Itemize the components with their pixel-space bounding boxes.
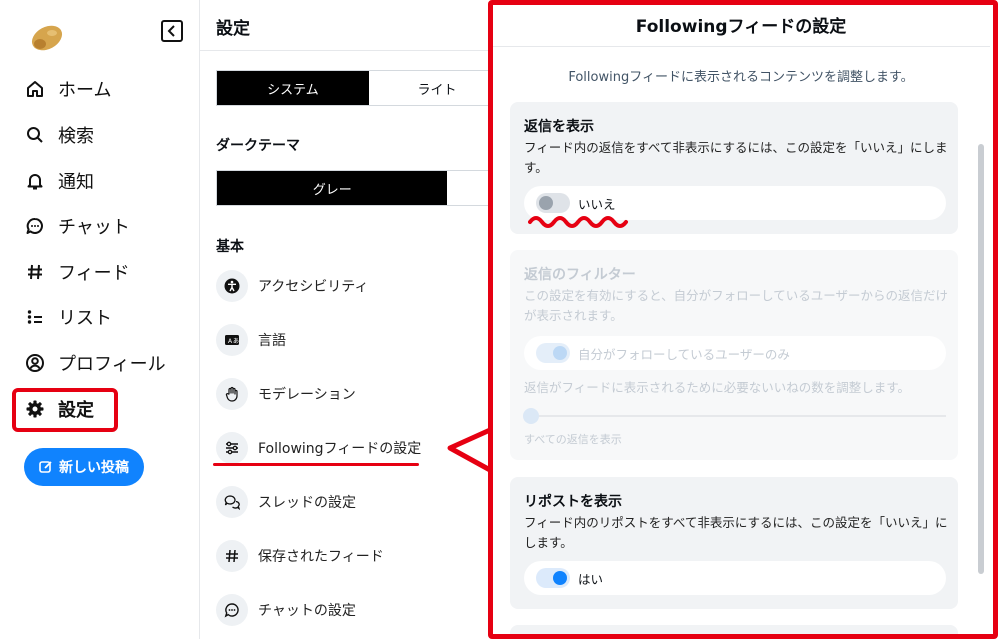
likes-slider-track[interactable] [524,415,946,417]
annotation-underline [213,463,419,466]
edit-icon [39,461,52,473]
show-reposts-toggle-label: はい [578,571,604,587]
settings-row-label: アクセシビリティ [258,279,369,295]
settings-row-accessibility[interactable]: アクセシビリティ [216,268,368,304]
dark-theme-option-gray[interactable]: グレー [217,171,448,205]
nav-item-home[interactable]: ホーム [24,72,111,106]
new-post-label: 新しい投稿 [59,460,129,476]
svg-text:あ: あ [233,338,239,345]
modal-scrollbar[interactable] [978,144,984,574]
nav-item-feeds[interactable]: フィード [24,255,130,289]
collapse-sidebar-button[interactable] [161,20,183,42]
new-post-button[interactable]: 新しい投稿 [24,448,144,486]
toggle-switch [536,343,570,363]
user-icon [24,352,46,374]
page-title: 設定 [216,19,250,39]
settings-row-label: Followingフィードの設定 [258,441,422,457]
show-reposts-card: リポストを表示 フィード内のリポストをすべて非表示にするには、この設定を「いいえ… [510,477,958,609]
mode-option-system[interactable]: システム [217,71,369,105]
sliders-icon [216,432,248,464]
accessibility-icon [216,270,248,302]
home-icon [24,78,46,100]
dark-theme-segmented: グレー [216,170,506,206]
show-replies-title: 返信を表示 [524,119,594,135]
basic-section-label: 基本 [216,239,244,255]
following-feed-modal: Followingフィードの設定 Followingフィードに表示されるコンテン… [492,4,994,637]
nav-label-chat: チャット [58,217,130,238]
toggle-switch [536,568,570,588]
nav-label-lists: リスト [58,308,112,329]
divider [492,46,990,47]
settings-row-label: スレッドの設定 [258,495,356,511]
left-nav: ホーム 検索 通知 チャット フィード リスト プロフィール 設定 新しい投稿 [0,0,200,639]
settings-row-threads[interactable]: スレッドの設定 [216,484,356,520]
settings-row-chat-settings[interactable]: チャットの設定 [216,592,356,628]
settings-row-language[interactable]: Aあ 言語 [216,322,286,358]
show-reposts-toggle[interactable]: はい [524,561,946,595]
hand-icon [216,378,248,410]
reply-likes-text: 返信がフィードに表示されるために必要ないいねの数を調整します。 [524,380,911,395]
settings-row-moderation[interactable]: モデレーション [216,376,356,412]
settings-row-following-feed[interactable]: Followingフィードの設定 [216,430,421,466]
search-icon [24,124,46,146]
nav-label-notifications: 通知 [58,172,94,193]
chevron-left-icon [167,25,175,37]
nav-label-search: 検索 [58,126,94,147]
nav-label-home: ホーム [58,80,112,101]
app-root: ホーム 検索 通知 チャット フィード リスト プロフィール 設定 新しい投稿 … [0,0,1000,639]
settings-row-label: モデレーション [258,387,356,403]
modal-title: Followingフィードの設定 [635,17,847,37]
threads-icon [216,486,248,518]
modal-description: Followingフィードに表示されるコンテンツを調整します。 [568,70,914,85]
settings-row-label: 言語 [258,333,286,349]
show-replies-text: フィード内の返信をすべて非表示にするには、この設定を「いいえ」にします。 [524,140,948,175]
nav-label-feeds: フィード [58,263,130,284]
likes-slider-thumb[interactable] [523,408,539,424]
hash-icon [24,261,46,283]
settings-panel: 設定 システム ライト ダークテーマ グレー 基本 アクセシビリティ Aあ 言語… [200,0,506,639]
next-card [510,625,958,637]
settings-row-label: チャットの設定 [258,603,356,619]
reply-filter-title: 返信のフィルター [524,267,636,283]
list-icon [24,306,46,328]
nav-item-lists[interactable]: リスト [24,300,112,334]
settings-row-saved-feeds[interactable]: 保存されたフィード [216,538,384,574]
bell-icon [24,170,46,192]
language-icon: Aあ [216,324,248,356]
settings-row-label: 保存されたフィード [258,549,384,565]
nav-item-profile[interactable]: プロフィール [24,346,166,380]
logo-icon[interactable] [26,24,66,56]
nav-label-profile: プロフィール [58,354,166,375]
hash-icon [216,540,248,572]
show-reposts-title: リポストを表示 [524,494,622,510]
reply-filter-card: 返信のフィルター この設定を有効にすると、自分がフォローしているユーザーからの返… [510,250,958,460]
annotation-squiggle [528,216,628,228]
dark-theme-label: ダークテーマ [216,138,300,154]
annotation-arrow [447,427,492,473]
nav-item-notifications[interactable]: 通知 [24,164,94,198]
chat-icon [216,594,248,626]
reply-filter-toggle-label: 自分がフォローしているユーザーのみ [578,346,790,362]
nav-item-search[interactable]: 検索 [24,118,94,152]
reply-filter-toggle[interactable]: 自分がフォローしているユーザーのみ [524,336,946,370]
color-mode-segmented: システム ライト [216,70,506,106]
divider [200,50,500,51]
chat-icon [24,215,46,237]
reply-filter-text: この設定を有効にすると、自分がフォローしているユーザーからの返信だけが表示されま… [524,288,949,323]
nav-item-chat[interactable]: チャット [24,209,130,243]
annotation-box-settings [12,388,118,432]
mode-option-light[interactable]: ライト [369,71,505,105]
likes-slider-caption: すべての返信を表示 [524,433,622,446]
show-reposts-text: フィード内のリポストをすべて非表示にするには、この設定を「いいえ」にします。 [524,515,948,550]
